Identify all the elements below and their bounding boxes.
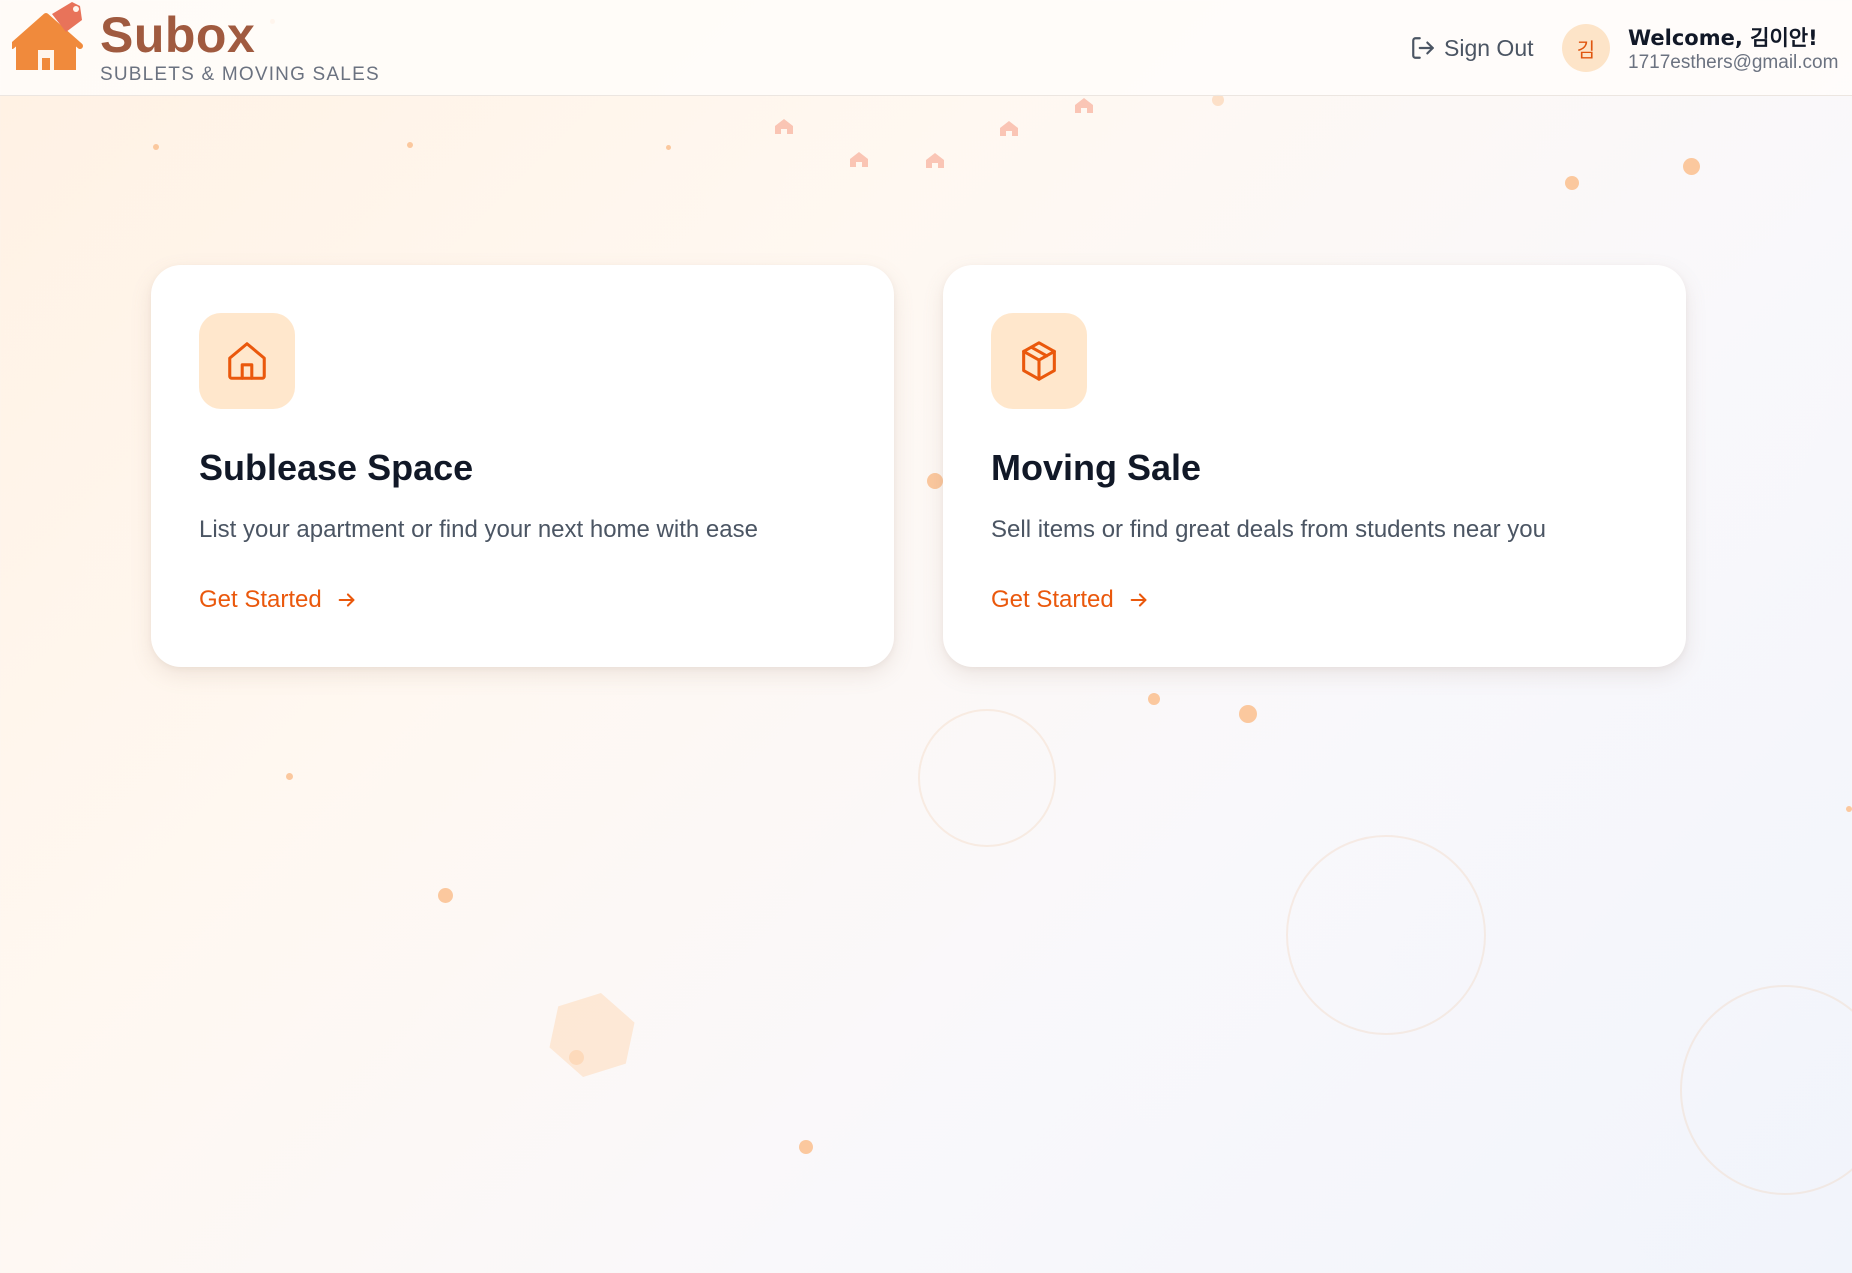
house-tag-logo-icon[interactable] bbox=[12, 0, 84, 74]
arrow-right-icon bbox=[338, 593, 355, 607]
box-icon bbox=[1022, 341, 1056, 381]
brand-tagline: SUBLETS & MOVING SALES bbox=[100, 64, 380, 85]
brand-name[interactable]: Subox bbox=[100, 6, 255, 64]
get-started-sublease-link[interactable]: Get Started bbox=[199, 586, 358, 614]
card-description: Sell items or find great deals from stud… bbox=[991, 516, 1546, 543]
card-icon-tile bbox=[199, 313, 295, 409]
sign-out-button[interactable]: Sign Out bbox=[1410, 33, 1534, 63]
avatar[interactable]: 김 bbox=[1562, 24, 1610, 72]
sign-out-icon bbox=[1412, 37, 1434, 59]
arrow-right-icon bbox=[1130, 593, 1147, 607]
get-started-moving-sale-link[interactable]: Get Started bbox=[991, 586, 1150, 614]
card-icon-tile bbox=[991, 313, 1087, 409]
top-header: Subox SUBLETS & MOVING SALES Sign Out 김 … bbox=[0, 0, 1852, 96]
sign-out-label: Sign Out bbox=[1444, 34, 1534, 61]
card-title: Moving Sale bbox=[991, 447, 1202, 488]
sublease-space-card[interactable]: Sublease Space List your apartment or fi… bbox=[151, 265, 894, 667]
user-email: 1717esthers@gmail.com bbox=[1628, 52, 1839, 73]
cta-label: Get Started bbox=[991, 586, 1114, 613]
moving-sale-card[interactable]: Moving Sale Sell items or find great dea… bbox=[943, 265, 1686, 667]
house-icon bbox=[228, 342, 266, 380]
card-title: Sublease Space bbox=[199, 447, 474, 488]
cta-label: Get Started bbox=[199, 586, 322, 613]
welcome-message: Welcome, 김이안! bbox=[1628, 26, 1818, 50]
card-description: List your apartment or find your next ho… bbox=[199, 516, 758, 543]
